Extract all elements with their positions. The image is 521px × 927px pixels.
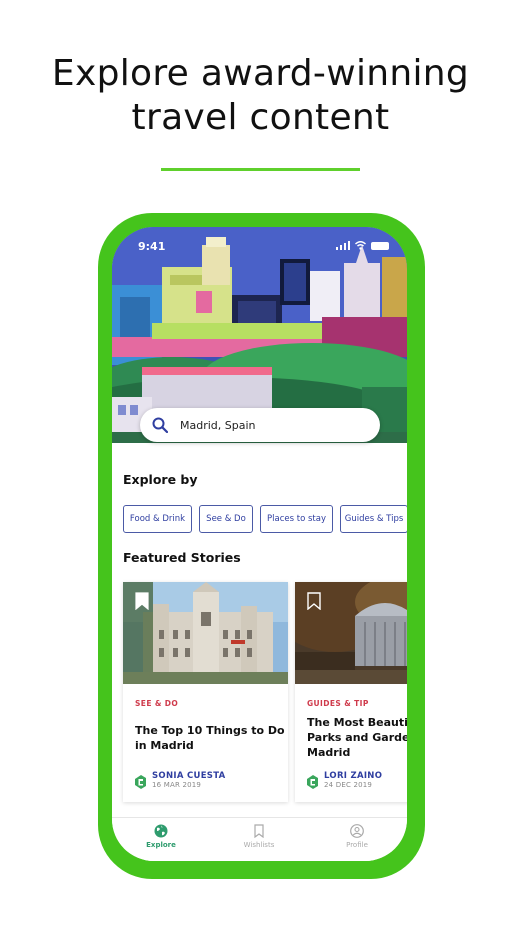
chip-food-drink[interactable]: Food & Drink — [123, 505, 192, 533]
chip-places-to-stay[interactable]: Places to stay — [260, 505, 333, 533]
headline-line-2: travel content — [131, 97, 390, 138]
story-title[interactable]: The Top 10 Things to Do in Madrid — [135, 723, 285, 753]
wifi-icon — [355, 241, 366, 250]
story-category: SEE & DO — [135, 699, 179, 708]
culture-trip-logo-icon — [307, 775, 318, 789]
status-bar: 9:41 — [112, 227, 407, 259]
accent-divider — [161, 168, 360, 171]
chip-guides-tips[interactable]: Guides & Tips — [340, 505, 407, 533]
tab-profile[interactable]: Profile — [322, 824, 392, 849]
tab-profile-label: Profile — [346, 841, 368, 849]
tab-explore[interactable]: Explore — [126, 824, 196, 849]
explore-by-title: Explore by — [123, 472, 198, 487]
story-card[interactable]: GUIDES & TIP The Most Beautif Parks and … — [295, 582, 407, 802]
headline-line-1: Explore award-winning — [51, 53, 470, 94]
bottom-tab-bar: Explore Wishlists Profile — [112, 817, 407, 861]
bookmark-icon[interactable] — [307, 592, 321, 610]
search-bar[interactable]: Madrid, Spain — [140, 408, 380, 442]
tab-wishlists[interactable]: Wishlists — [224, 824, 294, 849]
phone-screen: 9:41 Madrid, Spain Explore by Food & Dri… — [112, 227, 407, 861]
story-date: 16 MAR 2019 — [152, 781, 202, 789]
tab-explore-label: Explore — [146, 841, 176, 849]
explore-chips: Food & Drink See & Do Places to stay Gui… — [123, 505, 407, 533]
story-image — [123, 582, 288, 684]
story-date: 24 DEC 2019 — [324, 781, 373, 789]
story-image — [295, 582, 407, 684]
featured-stories-title: Featured Stories — [123, 550, 241, 565]
bookmark-icon[interactable] — [135, 592, 149, 610]
cellular-signal-icon — [335, 241, 350, 250]
profile-icon — [350, 824, 364, 838]
bookmark-icon — [254, 824, 264, 838]
chip-see-do[interactable]: See & Do — [199, 505, 253, 533]
story-card[interactable]: SEE & DO The Top 10 Things to Do in Madr… — [123, 582, 288, 802]
search-icon — [152, 417, 168, 433]
globe-icon — [154, 824, 168, 838]
story-category: GUIDES & TIP — [307, 699, 369, 708]
phone-frame: 9:41 Madrid, Spain Explore by Food & Dri… — [98, 213, 425, 879]
status-icons — [335, 241, 389, 250]
headline: Explore award-winning travel content — [0, 52, 521, 140]
story-title[interactable]: The Most Beautif Parks and Garden Madrid — [307, 715, 407, 760]
story-author[interactable]: SONIA CUESTA — [152, 771, 226, 781]
search-input-value[interactable]: Madrid, Spain — [180, 419, 256, 432]
tab-wishlists-label: Wishlists — [243, 841, 275, 849]
status-time: 9:41 — [138, 240, 166, 253]
culture-trip-logo-icon — [135, 775, 146, 789]
battery-icon — [371, 241, 389, 250]
story-author[interactable]: LORI ZAINO — [324, 771, 382, 781]
